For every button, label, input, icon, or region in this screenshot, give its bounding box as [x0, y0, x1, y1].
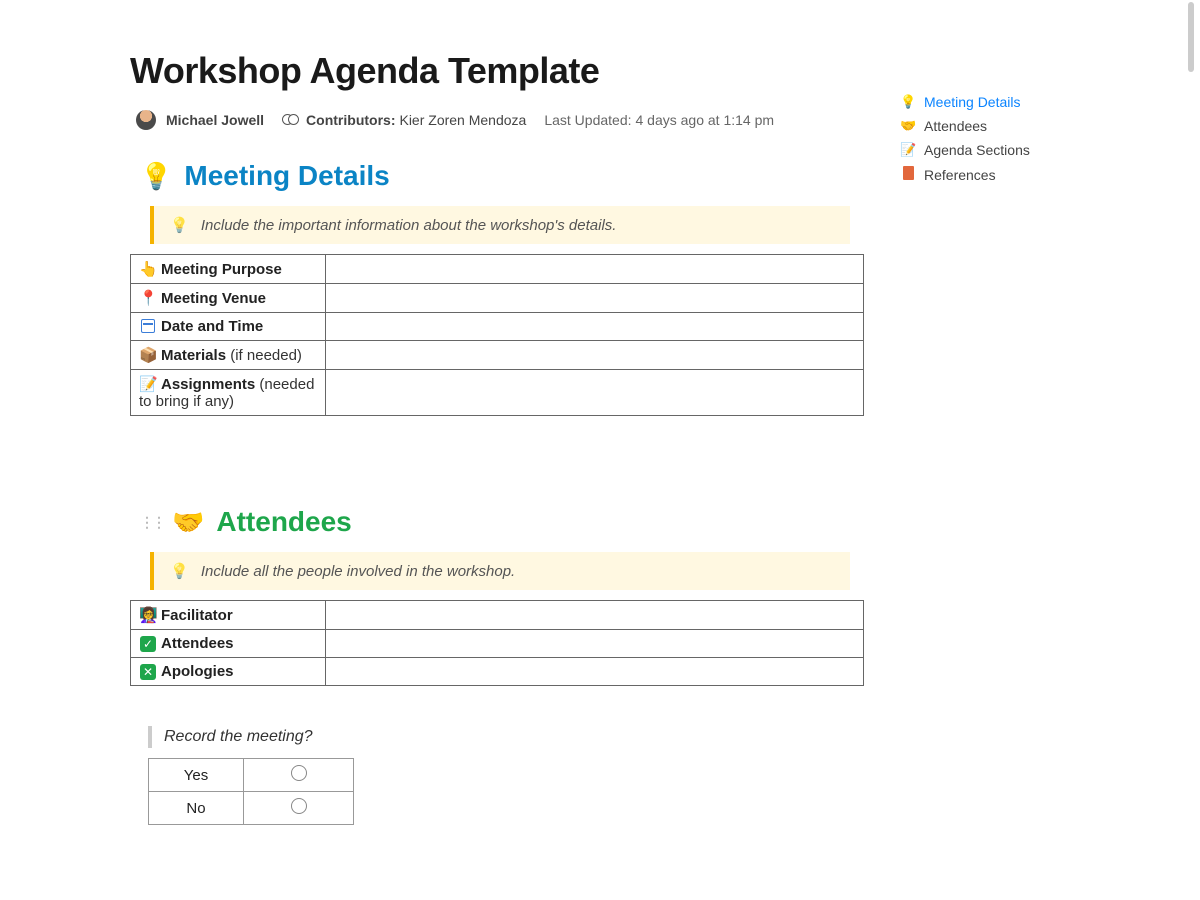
document-page: Workshop Agenda Template Michael Jowell …: [0, 0, 900, 865]
option-label: Yes: [149, 759, 244, 792]
outline-nav: 💡 Meeting Details 🤝 Attendees 📝 Agenda S…: [900, 90, 1100, 187]
section-heading-attendees[interactable]: ⋮⋮ 🤝 Attendees: [140, 506, 860, 538]
row-value[interactable]: [326, 658, 864, 686]
outline-label: Meeting Details: [924, 94, 1021, 110]
row-label: Meeting Venue: [161, 290, 266, 307]
callout-text: Include the important information about …: [201, 217, 617, 234]
row-label: Assignments: [161, 376, 255, 393]
lightbulb-icon: 💡: [170, 563, 189, 580]
outline-item-agenda-sections[interactable]: 📝 Agenda Sections: [900, 138, 1100, 162]
point-up-icon: 👆: [139, 260, 157, 278]
outline-label: Attendees: [924, 118, 987, 134]
lightbulb-icon: 💡: [140, 161, 172, 192]
table-row[interactable]: 📦Materials (if needed): [131, 341, 864, 370]
outline-item-meeting-details[interactable]: 💡 Meeting Details: [900, 90, 1100, 114]
handshake-icon: 🤝: [900, 118, 916, 134]
last-updated: Last Updated: 4 days ago at 1:14 pm: [544, 112, 774, 128]
radio-icon: [291, 798, 307, 814]
row-value[interactable]: [326, 284, 864, 313]
row-label: Date and Time: [161, 318, 263, 335]
callout-meeting-details[interactable]: 💡 Include the important information abou…: [150, 206, 850, 244]
row-value[interactable]: [326, 341, 864, 370]
book-icon: [900, 166, 916, 183]
row-value[interactable]: [326, 601, 864, 630]
teacher-icon: 👩‍🏫: [139, 606, 157, 624]
last-updated-label: Last Updated:: [544, 112, 631, 128]
scrollbar-thumb[interactable]: [1188, 2, 1194, 72]
row-label: Materials: [161, 347, 226, 364]
outline-label: Agenda Sections: [924, 142, 1030, 158]
memo-icon: 📝: [900, 142, 916, 158]
row-label: Facilitator: [161, 607, 233, 624]
table-row[interactable]: 👆Meeting Purpose: [131, 255, 864, 284]
table-row[interactable]: 📍Meeting Venue: [131, 284, 864, 313]
row-sublabel: (if needed): [230, 347, 302, 364]
attendees-table: 👩‍🏫Facilitator ✓Attendees ✕Apologies: [130, 600, 864, 686]
check-icon: ✓: [139, 635, 157, 652]
lightbulb-icon: 💡: [900, 94, 916, 110]
box-icon: 📦: [139, 346, 157, 364]
drag-handle-icon[interactable]: ⋮⋮: [140, 514, 164, 531]
record-prompt: Record the meeting?: [148, 726, 860, 748]
section-title: Attendees: [216, 506, 351, 538]
handshake-icon: 🤝: [172, 507, 204, 538]
outline-label: References: [924, 167, 996, 183]
row-value[interactable]: [326, 255, 864, 284]
option-radio[interactable]: [244, 759, 354, 792]
row-value[interactable]: [326, 630, 864, 658]
avatar: [136, 110, 156, 130]
outline-item-references[interactable]: References: [900, 162, 1100, 187]
callout-attendees[interactable]: 💡 Include all the people involved in the…: [150, 552, 850, 590]
row-label: Meeting Purpose: [161, 261, 282, 278]
table-row[interactable]: 📝Assignments (needed to bring if any): [131, 370, 864, 416]
doc-meta: Michael Jowell Contributors: Kier Zoren …: [136, 110, 860, 130]
contributors-label: Contributors:: [306, 112, 395, 128]
table-row[interactable]: ✓Attendees: [131, 630, 864, 658]
table-row[interactable]: ✕Apologies: [131, 658, 864, 686]
option-radio[interactable]: [244, 792, 354, 825]
meeting-details-table: 👆Meeting Purpose 📍Meeting Venue Date and…: [130, 254, 864, 416]
contributors-names: Kier Zoren Mendoza: [399, 112, 526, 128]
callout-text: Include all the people involved in the w…: [201, 563, 515, 580]
x-icon: ✕: [139, 663, 157, 680]
page-title: Workshop Agenda Template: [130, 50, 860, 92]
contributors-chip[interactable]: Contributors: Kier Zoren Mendoza: [282, 112, 526, 128]
row-value[interactable]: [326, 370, 864, 416]
author-name: Michael Jowell: [166, 112, 264, 128]
row-label: Apologies: [161, 663, 234, 680]
section-heading-meeting-details[interactable]: 💡 Meeting Details: [140, 160, 860, 192]
record-options-table: Yes No: [148, 758, 354, 825]
memo-icon: 📝: [139, 375, 157, 393]
lightbulb-icon: 💡: [170, 217, 189, 234]
calendar-icon: [139, 318, 157, 335]
radio-icon: [291, 765, 307, 781]
row-label: Attendees: [161, 635, 234, 652]
people-icon: [282, 113, 300, 127]
option-label: No: [149, 792, 244, 825]
table-row[interactable]: Date and Time: [131, 313, 864, 341]
table-row[interactable]: No: [149, 792, 354, 825]
record-prompt-text: Record the meeting?: [164, 728, 313, 745]
last-updated-value: 4 days ago at 1:14 pm: [636, 112, 775, 128]
pin-icon: 📍: [139, 289, 157, 307]
row-value[interactable]: [326, 313, 864, 341]
table-row[interactable]: 👩‍🏫Facilitator: [131, 601, 864, 630]
section-title: Meeting Details: [184, 160, 389, 192]
table-row[interactable]: Yes: [149, 759, 354, 792]
outline-item-attendees[interactable]: 🤝 Attendees: [900, 114, 1100, 138]
author-chip[interactable]: Michael Jowell: [136, 110, 264, 130]
